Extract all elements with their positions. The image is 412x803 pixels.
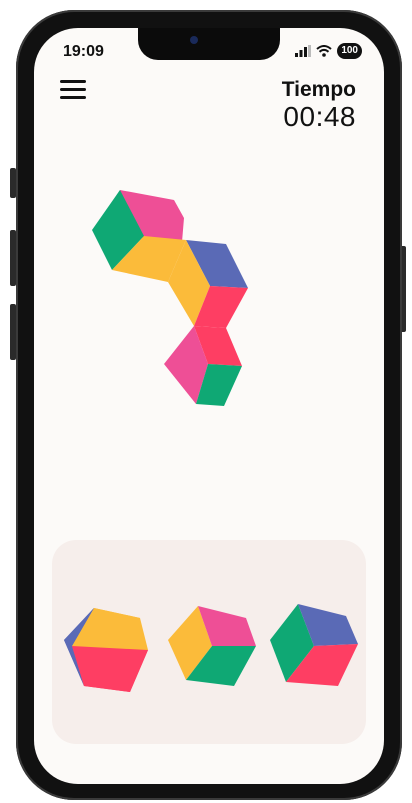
cube-piece-1[interactable] bbox=[58, 600, 154, 696]
game-screen: 19:09 100 Tiempo 00:48 bbox=[34, 28, 384, 784]
status-icons: 100 bbox=[295, 43, 362, 59]
timer-label: Tiempo bbox=[281, 78, 356, 101]
piece-tray bbox=[52, 540, 366, 744]
battery-indicator: 100 bbox=[337, 43, 362, 59]
timer: Tiempo 00:48 bbox=[282, 78, 356, 132]
wifi-icon bbox=[316, 45, 332, 57]
camera-icon bbox=[190, 36, 198, 44]
hamburger-menu-icon[interactable] bbox=[60, 80, 86, 102]
timer-value: 00:48 bbox=[283, 101, 356, 132]
notch bbox=[138, 28, 280, 60]
cube-piece-3[interactable] bbox=[266, 600, 362, 696]
status-time: 19:09 bbox=[63, 43, 104, 60]
target-shape bbox=[92, 190, 248, 406]
cube-piece-2[interactable] bbox=[162, 600, 258, 696]
signal-icon bbox=[295, 45, 312, 57]
cube-face-right bbox=[72, 646, 148, 692]
